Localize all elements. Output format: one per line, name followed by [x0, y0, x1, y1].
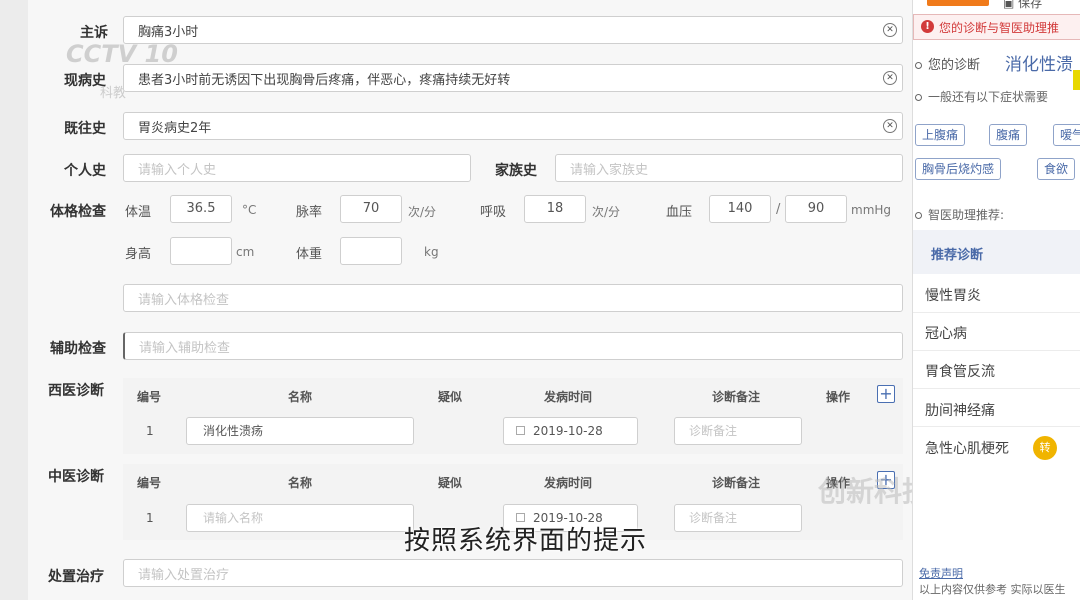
bullet-icon: [915, 62, 922, 69]
tcm-dx-remark-input[interactable]: 诊断备注: [674, 504, 802, 532]
divider: [913, 426, 1080, 427]
video-subtitle: 按照系统界面的提示: [404, 526, 648, 556]
cursor-icon: [1073, 70, 1080, 90]
western-dx-remark-input[interactable]: 诊断备注: [674, 417, 802, 445]
chief-complaint-label: 主诉: [80, 25, 108, 41]
symptom-tag[interactable]: 食欲: [1037, 158, 1076, 180]
respiration-input[interactable]: 18: [524, 195, 586, 223]
past-history-label: 既往史: [64, 121, 106, 137]
column-header-remark: 诊断备注: [712, 390, 761, 404]
divider: [913, 312, 1080, 313]
weight-input[interactable]: [340, 237, 402, 265]
symptom-tag[interactable]: 嗳气: [1053, 124, 1080, 146]
recommendation-item[interactable]: 慢性胃炎: [925, 285, 981, 305]
blood-pressure-label: 血压: [666, 205, 693, 220]
column-header-suspect: 疑似: [438, 476, 463, 490]
table-row-number: 1: [146, 424, 154, 438]
transfer-badge[interactable]: 转: [1033, 436, 1057, 460]
add-western-dx-button[interactable]: +: [877, 385, 895, 403]
height-label: 身高: [125, 247, 152, 262]
symptom-tag[interactable]: 腹痛: [989, 124, 1028, 146]
onset-date-text: 2019-10-28: [533, 424, 603, 438]
tcm-dx-label: 中医诊断: [48, 469, 104, 485]
weight-unit: kg: [424, 245, 439, 259]
assistant-sidebar: ▣ 保存 ! 您的诊断与智医助理推 您的诊断 消化性溃 一般还有以下症状需要 上…: [912, 0, 1080, 600]
save-button[interactable]: ▣ 保存: [1003, 0, 1042, 11]
aux-exam-label: 辅助检查: [50, 341, 106, 357]
bullet-icon: [915, 94, 922, 101]
column-header-onset: 发病时间: [544, 390, 593, 404]
height-unit: cm: [236, 245, 255, 259]
column-header-no: 编号: [137, 476, 162, 490]
recommendation-item[interactable]: 胃食管反流: [925, 361, 995, 381]
recommendation-item[interactable]: 急性心肌梗死: [925, 438, 1009, 458]
symptom-tag[interactable]: 胸骨后烧灼感: [915, 158, 1002, 180]
assistant-recommend-label: 智医助理推荐:: [915, 206, 1004, 223]
clear-icon[interactable]: ✕: [883, 23, 897, 37]
calendar-icon: [516, 426, 525, 435]
personal-history-input[interactable]: 请输入个人史: [123, 154, 471, 182]
family-history-input[interactable]: 请输入家族史: [555, 154, 903, 182]
aux-exam-input[interactable]: 请输入辅助检查: [123, 332, 903, 360]
symptom-hint: 一般还有以下症状需要: [915, 88, 1048, 105]
warning-icon: !: [921, 20, 934, 33]
save-label: 保存: [1018, 0, 1043, 10]
table-row-number: 1: [146, 511, 154, 525]
diagnosis-hint: 您的诊断: [915, 54, 980, 73]
clear-icon[interactable]: ✕: [883, 119, 897, 133]
respiration-label: 呼吸: [480, 205, 507, 220]
temperature-input[interactable]: 36.5: [170, 195, 232, 223]
column-header-remark: 诊断备注: [712, 476, 761, 490]
diagnosis-hint-highlight: 消化性溃: [1005, 55, 1073, 75]
column-header-name: 名称: [288, 476, 313, 490]
bp-systolic-input[interactable]: 140: [709, 195, 771, 223]
assistant-recommend-text: 智医助理推荐:: [928, 208, 1005, 222]
column-header-suspect: 疑似: [438, 390, 463, 404]
chief-complaint-input[interactable]: 胸痛3小时: [123, 16, 903, 44]
bp-unit: mmHg: [851, 203, 892, 217]
disclaimer-text: 以上内容仅供参考 实际以医生: [919, 583, 1066, 596]
bullet-icon: [915, 212, 922, 219]
physical-exam-notes-input[interactable]: 请输入体格检查: [123, 284, 903, 312]
clear-icon[interactable]: ✕: [883, 71, 897, 85]
symptom-tag[interactable]: 上腹痛: [915, 124, 966, 146]
present-illness-label: 现病史: [64, 73, 106, 89]
present-illness-input[interactable]: 患者3小时前无诱因下出现胸骨后疼痛，伴恶心，疼痛持续无好转: [123, 64, 903, 92]
bp-diastolic-input[interactable]: 90: [785, 195, 847, 223]
western-dx-name-input[interactable]: 消化性溃疡: [186, 417, 414, 445]
column-header-action: 操作: [826, 390, 851, 404]
disclaimer-link[interactable]: 免责声明: [919, 565, 963, 581]
height-input[interactable]: [170, 237, 232, 265]
weight-label: 体重: [296, 247, 323, 262]
western-dx-onset-date[interactable]: 2019-10-28: [503, 417, 638, 445]
divider: [913, 388, 1080, 389]
symptom-hint-text: 一般还有以下症状需要: [928, 90, 1049, 104]
physical-exam-label: 体格检查: [50, 204, 106, 220]
column-header-no: 编号: [137, 390, 162, 404]
temperature-unit: °C: [242, 203, 257, 217]
family-history-label: 家族史: [495, 163, 537, 179]
recommend-header-text: 推荐诊断: [931, 248, 984, 263]
pulse-label: 脉率: [296, 205, 323, 220]
save-icon: ▣: [1003, 0, 1019, 10]
pulse-input[interactable]: 70: [340, 195, 402, 223]
pulse-unit: 次/分: [408, 205, 437, 219]
tcm-dx-name-input[interactable]: 请输入名称: [186, 504, 414, 532]
top-action-button[interactable]: [927, 0, 989, 6]
past-history-input[interactable]: 胃炎病史2年: [123, 112, 903, 140]
diagnosis-hint-text: 您的诊断: [928, 58, 981, 73]
column-header-name: 名称: [288, 390, 313, 404]
temperature-label: 体温: [125, 205, 152, 220]
divider: [913, 350, 1080, 351]
column-header-onset: 发病时间: [544, 476, 593, 490]
bp-separator: /: [776, 202, 781, 217]
personal-history-label: 个人史: [64, 163, 106, 179]
recommendation-item[interactable]: 冠心病: [925, 323, 967, 343]
recommendation-item[interactable]: 肋间神经痛: [925, 400, 995, 420]
treatment-input[interactable]: 请输入处置治疗: [123, 559, 903, 587]
western-dx-label: 西医诊断: [48, 383, 104, 399]
treatment-label: 处置治疗: [48, 569, 104, 585]
respiration-unit: 次/分: [592, 205, 621, 219]
warning-text: 您的诊断与智医助理推: [939, 21, 1060, 35]
